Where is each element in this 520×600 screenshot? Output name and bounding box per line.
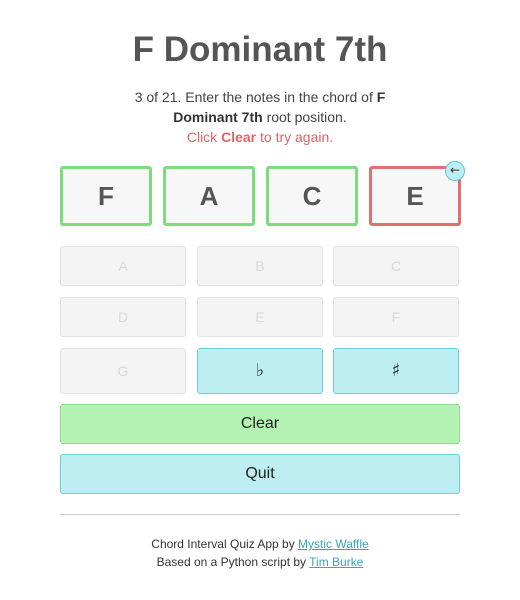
note-button-d[interactable]: D	[60, 297, 186, 337]
instructions: 3 of 21. Enter the notes in the chord of…	[120, 87, 400, 147]
answer-slot-2: A	[163, 166, 255, 226]
footer-source-line: Based on a Python script by Tim Burke	[156, 555, 364, 569]
answer-slot-1: F	[60, 166, 152, 226]
back-arrow-icon[interactable]: ←	[445, 161, 465, 181]
answer-slot-3: C	[266, 166, 358, 226]
instruction-text: Enter the notes in the chord of	[181, 89, 377, 105]
divider	[60, 514, 460, 515]
retry-message: Click Clear to try again.	[186, 129, 334, 145]
note-button-c[interactable]: C	[333, 246, 459, 286]
instruction-text-end: root position.	[262, 109, 347, 125]
note-button-e[interactable]: E	[197, 297, 323, 337]
flat-button[interactable]: ♭	[197, 348, 323, 394]
clear-button[interactable]: Clear	[60, 404, 460, 444]
note-button-b[interactable]: B	[197, 246, 323, 286]
note-button-g[interactable]: G	[60, 348, 186, 394]
quit-button[interactable]: Quit	[60, 454, 460, 494]
sharp-button[interactable]: ♯	[333, 348, 459, 394]
note-button-a[interactable]: A	[60, 246, 186, 286]
footer-credit-line: Chord Interval Quiz App by Mystic Waffle	[151, 537, 369, 551]
tim-burke-link[interactable]: Tim Burke	[309, 555, 363, 569]
retry-keyword: Clear	[221, 129, 257, 145]
progress-text: 3 of 21.	[134, 89, 182, 105]
mystic-waffle-link[interactable]: Mystic Waffle	[298, 537, 369, 551]
note-button-f[interactable]: F	[333, 297, 459, 337]
page-title: F Dominant 7th	[132, 30, 388, 69]
